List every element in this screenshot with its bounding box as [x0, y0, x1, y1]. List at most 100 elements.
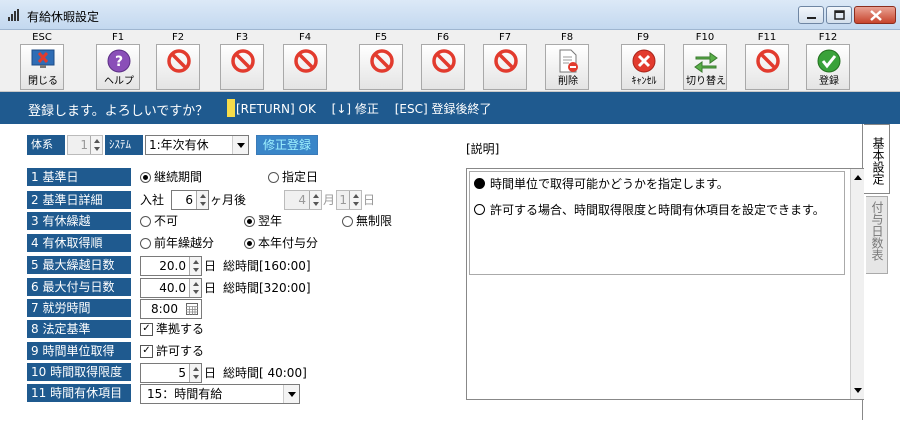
input-cursor[interactable] [227, 99, 235, 117]
day-stepper[interactable]: 1 [336, 190, 362, 210]
f7-button[interactable]: F7 [483, 30, 527, 90]
row-label-carryover: 3 有休繰越 [27, 212, 131, 230]
disabled-icon [370, 49, 394, 73]
row-label-base-date-detail: 2 基準日詳細 [27, 191, 131, 209]
max-grant-total-hours: 総時間[320:00] [223, 281, 311, 295]
prompt-message: 登録します。よろしいですか？ [28, 104, 209, 119]
f9-cancel-button[interactable]: F9 ｷｬﾝｾﾙ [621, 30, 665, 90]
row-label-max-carry-days: 5 最大繰越日数 [27, 256, 131, 274]
f2-button[interactable]: F2 [156, 30, 200, 90]
description-line: 時間単位で取得可能かどうかを指定します。 [474, 176, 729, 192]
spin-arrows-icon[interactable] [309, 191, 321, 209]
hour-limit-stepper[interactable]: 5 [140, 363, 202, 383]
close-icon [870, 10, 882, 21]
spin-arrows-icon[interactable] [189, 364, 201, 382]
minimize-button[interactable] [798, 6, 824, 24]
spin-arrows-icon[interactable] [90, 136, 102, 154]
f10-switch-button[interactable]: F10 切り替え [683, 30, 727, 90]
month-unit: 月 [323, 193, 336, 207]
description-panel: 時間単位で取得可能かどうかを指定します。 許可する場合、時間取得限度と時間有休項… [466, 168, 864, 400]
radio-specified-date[interactable]: 指定日 [268, 168, 318, 186]
scheme-label: ｼｽﾃﾑ [105, 135, 143, 155]
filled-circle-icon [474, 178, 485, 189]
scheme-value: 1:年次有休 [149, 138, 209, 152]
f1-help-button[interactable]: F1 ? ヘルプ [96, 30, 140, 90]
hour-limit-total-hours: 総時間[ 40:00] [223, 366, 307, 380]
work-hours-input[interactable]: 8:00 [140, 299, 202, 319]
system-value: 1 [80, 138, 88, 152]
description-title: [説明] [466, 142, 500, 156]
correct-register-button[interactable]: 修正登録 [256, 135, 318, 155]
app-chart-icon [8, 9, 19, 21]
max-carry-unit: 日 [204, 259, 217, 273]
months-after-label: ヶ月後 [210, 193, 247, 207]
window-title: 有給休暇設定 [27, 10, 100, 24]
check-icon [817, 49, 841, 73]
radio-carry-next-year[interactable]: 翌年 [244, 212, 282, 230]
checkbox-hourly-allowed[interactable]: 許可する [140, 342, 204, 360]
scroll-down-icon[interactable] [854, 388, 862, 393]
max-grant-unit: 日 [204, 281, 217, 295]
calendar-icon[interactable] [186, 303, 198, 315]
esc-close-button[interactable]: ESC 閉じる [20, 30, 64, 90]
checkbox-legal-standard[interactable]: 準拠する [140, 320, 204, 338]
chevron-down-icon[interactable] [283, 385, 299, 403]
month-stepper[interactable]: 4 [284, 190, 322, 210]
disabled-icon [756, 49, 780, 73]
disabled-icon [494, 49, 518, 73]
maximize-button[interactable] [826, 6, 852, 24]
scroll-up-icon[interactable] [854, 175, 862, 180]
join-months-stepper[interactable]: 6 [171, 190, 209, 210]
disabled-icon [167, 49, 191, 73]
scheme-select[interactable]: 1:年次有休 [145, 135, 249, 155]
day-value: 1 [339, 193, 347, 207]
max-carry-value: 20.0 [159, 259, 186, 273]
f6-button[interactable]: F6 [421, 30, 465, 90]
max-grant-value: 40.0 [159, 281, 186, 295]
delete-document-icon [559, 49, 578, 73]
title-bar: 有給休暇設定 [0, 0, 900, 30]
row-label-take-order: 4 有休取得順 [27, 234, 131, 252]
chevron-down-icon[interactable] [232, 136, 248, 154]
f3-button[interactable]: F3 [220, 30, 264, 90]
f12-register-button[interactable]: F12 登録 [806, 30, 850, 90]
f8-delete-button[interactable]: F8 削除 [545, 30, 589, 90]
f4-button[interactable]: F4 [283, 30, 327, 90]
max-carry-total-hours: 総時間[160:00] [223, 259, 311, 273]
system-stepper[interactable]: 1 [67, 135, 103, 155]
hour-limit-unit: 日 [204, 366, 217, 380]
spin-arrows-icon[interactable] [189, 257, 201, 275]
radio-carry-no[interactable]: 不可 [140, 212, 178, 230]
spin-arrows-icon[interactable] [349, 191, 361, 209]
join-label: 入社 [140, 193, 165, 207]
hour-limit-value: 5 [178, 366, 186, 380]
radio-continuous-period[interactable]: 継続期間 [140, 168, 202, 186]
close-button[interactable] [854, 6, 896, 24]
row-label-work-hours: 7 就労時間 [27, 299, 131, 317]
system-label: 体系 [27, 135, 65, 155]
month-value: 4 [298, 193, 306, 207]
max-carry-stepper[interactable]: 20.0 [140, 256, 202, 276]
disabled-icon [231, 49, 255, 73]
hourly-item-select[interactable]: 15：時間有給 [140, 384, 300, 404]
spin-arrows-icon[interactable] [196, 191, 208, 209]
max-grant-stepper[interactable]: 40.0 [140, 278, 202, 298]
radio-order-previous[interactable]: 前年繰越分 [140, 234, 214, 252]
switch-arrows-icon [694, 52, 718, 73]
radio-carry-unlimited[interactable]: 無制限 [342, 212, 392, 230]
spin-arrows-icon[interactable] [189, 279, 201, 297]
join-months-value: 6 [185, 193, 193, 207]
minimize-icon [807, 17, 816, 19]
f5-button[interactable]: F5 [359, 30, 403, 90]
svg-text:?: ? [115, 54, 123, 70]
disabled-icon [432, 49, 456, 73]
row-label-base-date: 1 基準日 [27, 168, 131, 186]
radio-order-current[interactable]: 本年付与分 [244, 234, 318, 252]
tab-basic-settings[interactable]: 基本設定 [864, 124, 890, 194]
row-label-hour-limit: 10 時間取得限度 [27, 363, 131, 381]
tab-grant-days-table[interactable]: 付与日数表 [866, 196, 888, 274]
work-hours-value: 8:00 [151, 302, 178, 316]
f11-button[interactable]: F11 [745, 30, 789, 90]
function-key-toolbar: ESC 閉じる F1 ? ヘルプ F2 F3 F4 F5 F6 F7 F8 削除… [0, 30, 900, 92]
description-scrollbar[interactable] [850, 169, 864, 399]
